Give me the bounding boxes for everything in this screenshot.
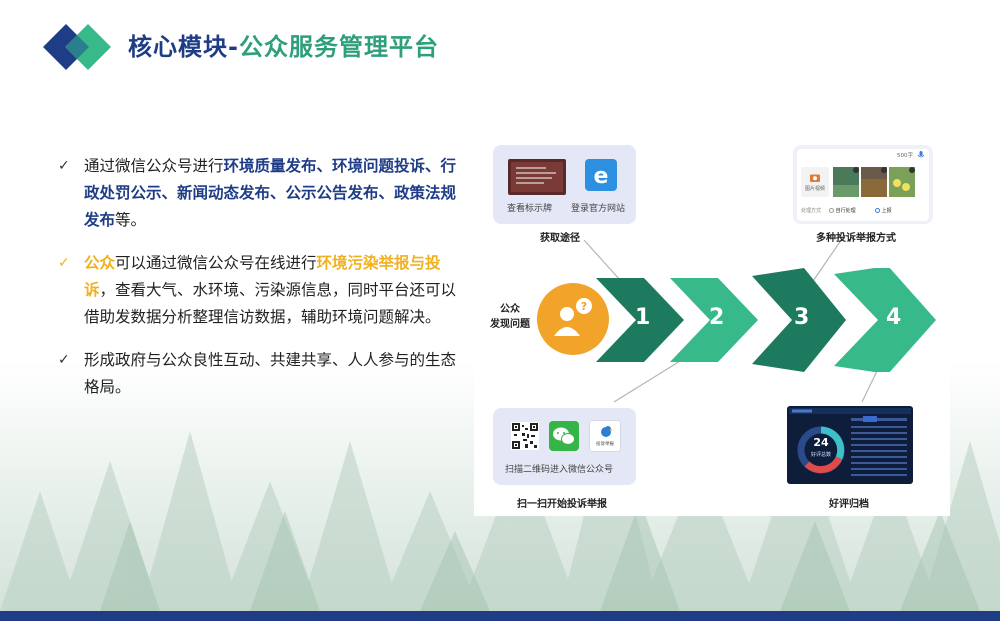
step-1: 1 (635, 305, 651, 330)
svg-text:?: ? (581, 300, 587, 313)
check-icon: ✓ (58, 158, 70, 174)
wechat-icon (549, 421, 579, 451)
ie-browser-icon: e (585, 159, 617, 191)
bullet-item-1: ✓ 通过微信公众号进行环境质量发布、环境问题投诉、行政处罚公示、新闻动态发布、公… (58, 153, 458, 234)
add-image-button[interactable]: 图片视频 (801, 167, 829, 197)
option-report-label: 上报 (881, 208, 892, 214)
bullet-3-text: 形成政府与公众良性互动、共建共享、人人参与的生态格局。 (84, 351, 457, 396)
thumb-photo-1 (833, 167, 859, 197)
scan-caption: 扫描二维码进入微信公众号 (505, 465, 614, 475)
public-label: 公众 发现问题 (488, 302, 532, 332)
page-title-part2: 公众服务管理平台 (238, 33, 439, 61)
check-icon: ✓ (58, 255, 70, 271)
bullet-1-text1: 通过微信公众号进行 (84, 157, 224, 175)
signboard-icon (508, 159, 566, 195)
bullet-item-3: ✓ 形成政府与公众良性互动、共建共享、人人参与的生态格局。 (58, 347, 458, 401)
logo-diamond-icon (43, 24, 111, 70)
slide: 核心模块-公众服务管理平台 ✓ 通过微信公众号进行环境质量发布、环境问题投诉、行… (0, 0, 1000, 621)
access-card: 查看标示牌 e 登录官方网站 (493, 145, 636, 224)
bullet-2-text1: 可以通过微信公众号在线进行 (115, 254, 317, 272)
scan-title: 扫一扫开始投诉举报 (517, 499, 607, 510)
page-title-part1: 核心模块- (128, 33, 239, 61)
bullet-list: ✓ 通过微信公众号进行环境质量发布、环境问题投诉、行政处罚公示、新闻动态发布、公… (58, 153, 458, 417)
archive-title: 好评归档 (829, 499, 869, 510)
option-self-handle-label: 自行处理 (835, 208, 856, 214)
dashboard-number-label: 好评总数 (810, 452, 831, 458)
mini-app-label: 投诉举报 (596, 442, 614, 447)
access-title: 获取途径 (540, 233, 580, 244)
methods-card: 500字 图片视频 处理方式 自行处理 上报 (793, 145, 933, 224)
step-4: 4 (886, 305, 902, 330)
public-label-line2: 发现问题 (490, 319, 530, 330)
bullet-item-2: ✓ 公众可以通过微信公众号在线进行环境污染举报与投诉，查看大气、水环境、污染源信… (58, 250, 458, 331)
step-3: 3 (794, 305, 810, 330)
radio-selected-icon (875, 207, 880, 213)
microphone-icon (917, 151, 925, 158)
footer-bar (0, 611, 1000, 621)
access-item-signboard-label: 查看标示牌 (507, 204, 553, 214)
qr-code-icon (511, 422, 539, 450)
methods-title: 多种投诉举报方式 (816, 233, 896, 244)
public-label-line1: 公众 (500, 304, 520, 315)
access-item-website-label: 登录官方网站 (571, 204, 626, 214)
thumb-photo-3 (889, 167, 915, 197)
thumb-photo-2 (861, 167, 887, 197)
option-report[interactable]: 上报 (875, 207, 892, 214)
option-label: 处理方式 (801, 208, 822, 214)
complaint-mini-app: 投诉举报 (589, 420, 621, 452)
option-self-handle[interactable]: 自行处理 (829, 207, 856, 214)
complaint-form-preview: 500字 图片视频 处理方式 自行处理 上报 (797, 149, 929, 221)
bullet-2-text2: ，查看大气、水环境、污染源信息，同时平台还可以借助发数据分析整理信访数据，辅助环… (84, 281, 457, 326)
step-2: 2 (709, 305, 725, 330)
camera-icon (810, 174, 820, 182)
bullet-2-highlight1: 公众 (84, 254, 116, 272)
bird-icon (601, 426, 613, 437)
radio-icon (829, 207, 834, 213)
add-image-label: 图片视频 (804, 186, 825, 192)
bullet-1-text2: 等。 (115, 211, 147, 229)
check-icon: ✓ (58, 352, 70, 368)
page-title: 核心模块-公众服务管理平台 (128, 27, 439, 62)
scan-card: 投诉举报 扫描二维码进入微信公众号 (493, 408, 636, 485)
process-diagram: 查看标示牌 e 登录官方网站 获取途径 500字 图片视频 处理方式 自行处理 … (474, 140, 950, 516)
dashboard-number: 24 (813, 436, 829, 449)
char-count: 500字 (897, 153, 913, 159)
svg-text:e: e (594, 164, 609, 189)
